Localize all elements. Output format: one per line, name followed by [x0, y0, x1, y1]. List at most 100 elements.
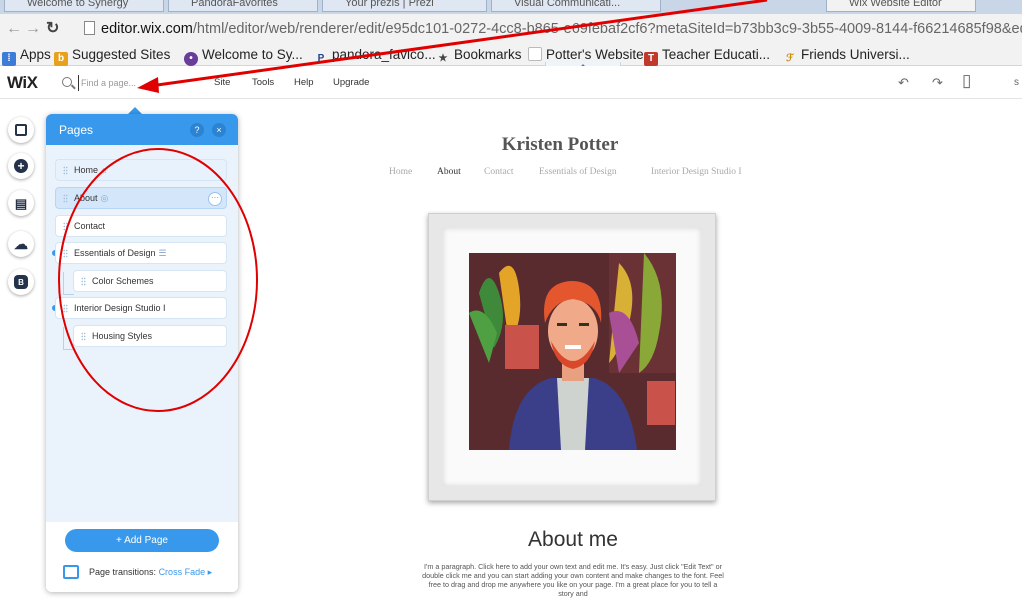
bookmark-label: Potter's Website [546, 47, 644, 62]
drag-handle-icon[interactable] [63, 222, 68, 231]
page-item-contact[interactable]: Contact [55, 215, 227, 237]
page-label: Interior Design Studio I [74, 303, 166, 313]
friends-icon: ℱ [786, 53, 794, 64]
pages-list: Home ⌂ About ◎ ··· Contact Essentials of D… [46, 145, 238, 522]
site-nav-home[interactable]: Home [389, 167, 412, 177]
page-label: Contact [74, 221, 106, 231]
page-settings-icon[interactable]: ··· [208, 192, 222, 206]
browser-tab[interactable]: Welcome to Synergy [4, 0, 164, 12]
tree-connector [63, 272, 64, 294]
pages-panel-footer: + Add Page Page transitions: Cross Fade … [46, 522, 238, 592]
bookmark-label: Suggested Sites [72, 47, 171, 62]
bookmark-pandora[interactable]: Ppandora_favico... [314, 46, 436, 66]
blog-button[interactable]: B [8, 269, 34, 295]
pages-panel-header: Pages ? × [46, 114, 238, 145]
background-button[interactable] [8, 117, 34, 143]
page-item-housing-styles[interactable]: Housing Styles [73, 325, 227, 347]
drag-handle-icon[interactable] [63, 304, 68, 313]
site-nav-contact[interactable]: Contact [484, 167, 514, 177]
subpages-icon: ☰ [158, 248, 167, 258]
tab-label: Visual Communicati... [514, 0, 621, 9]
blog-icon: B [14, 275, 28, 289]
portrait-illustration [469, 253, 676, 450]
search-input[interactable] [78, 75, 158, 91]
app-market-button[interactable]: ▤ [8, 190, 34, 216]
drag-handle-icon[interactable] [81, 277, 86, 286]
portrait-frame[interactable] [428, 213, 716, 501]
browser-tab[interactable]: PandoraFavorites [168, 0, 318, 12]
apps-grid-icon: ⁞ [2, 52, 16, 66]
bookmark-apps[interactable]: ⁞ Apps [2, 46, 51, 66]
page-transition-icon [63, 565, 79, 579]
address-bar[interactable]: editor.wix.com/html/editor/web/renderer/… [101, 18, 1022, 40]
page-label: Home ⌂ [74, 165, 107, 175]
menu-upgrade[interactable]: Upgrade [333, 77, 369, 88]
star-icon: ★ [438, 53, 448, 64]
site-nav-essentials[interactable]: Essentials of Design [539, 167, 617, 177]
hidden-page-icon: ◎ [100, 193, 109, 203]
page-label: Color Schemes [92, 276, 154, 286]
browser-tab-strip: Welcome to Synergy PandoraFavorites Your… [0, 0, 1022, 14]
drag-handle-icon[interactable] [63, 194, 68, 203]
page-search[interactable] [57, 73, 158, 93]
bookmark-suggested-sites[interactable]: b Suggested Sites [54, 46, 170, 66]
page-transitions-link[interactable]: Cross Fade ▸ [159, 567, 213, 577]
about-heading[interactable]: About me [478, 528, 668, 552]
drag-handle-icon[interactable] [63, 166, 68, 175]
page-label: Essentials of Design ☰ [74, 248, 167, 258]
bookmark-bookmarks[interactable]: ★ Bookmarks [436, 46, 522, 66]
reload-icon[interactable]: ↻ [46, 19, 59, 39]
page-item-interior-design-studio[interactable]: Interior Design Studio I [55, 297, 227, 319]
bookmark-friends-university[interactable]: ℱ Friends Universi... [783, 46, 910, 66]
page-label: Housing Styles [92, 331, 153, 341]
add-button[interactable]: + [8, 153, 34, 179]
page-item-about[interactable]: About ◎ ··· [55, 187, 227, 209]
bookmark-label: pandora_favico... [332, 47, 436, 62]
tree-connector [63, 349, 74, 350]
suggested-sites-icon: b [54, 52, 68, 66]
undo-icon[interactable]: ↶ [898, 75, 909, 91]
pages-panel: Pages ? × Home ⌂ About ◎ ··· Contact Essen… [46, 114, 238, 592]
drag-handle-icon[interactable] [63, 249, 68, 258]
tab-label: Welcome to Synergy [27, 0, 129, 9]
browser-tab[interactable]: Visual Communicati... [491, 0, 661, 12]
mobile-view-icon[interactable]: ▯ [962, 71, 971, 91]
back-icon[interactable]: ← [6, 19, 22, 39]
browser-tab[interactable]: Your prezis | Prezi [322, 0, 487, 12]
upload-cloud-icon: ☁ [14, 236, 28, 252]
close-icon[interactable]: × [212, 123, 226, 137]
search-icon [62, 77, 72, 87]
redo-icon[interactable]: ↷ [932, 75, 943, 91]
url-path: /html/editor/web/renderer/edit/e95dc101-… [192, 21, 1022, 37]
page-icon [84, 21, 95, 35]
pages-panel-title: Pages [59, 123, 94, 137]
page-item-essentials-of-design[interactable]: Essentials of Design ☰ [55, 242, 227, 264]
page-item-home[interactable]: Home ⌂ [55, 159, 227, 181]
page-item-color-schemes[interactable]: Color Schemes [73, 270, 227, 292]
add-page-button[interactable]: + Add Page [65, 529, 219, 552]
menu-tools[interactable]: Tools [252, 77, 274, 88]
site-nav-interior-design[interactable]: Interior Design Studio I [651, 167, 742, 177]
document-icon [528, 47, 542, 61]
bookmark-label: Apps [20, 47, 51, 62]
menu-site[interactable]: Site [214, 77, 230, 88]
synergy-icon: • [184, 52, 198, 66]
overflow-icon[interactable]: s [1014, 77, 1019, 88]
tab-label: Wix Website Editor [849, 0, 942, 9]
site-title[interactable]: Kristen Potter [460, 134, 660, 156]
bookmark-welcome[interactable]: • Welcome to Sy... [184, 46, 303, 66]
drag-handle-icon[interactable] [81, 332, 86, 341]
help-icon[interactable]: ? [190, 123, 204, 137]
plus-icon: + [14, 159, 28, 173]
about-paragraph[interactable]: I'm a paragraph. Click here to add your … [420, 562, 726, 598]
tree-connector [63, 294, 74, 295]
upload-button[interactable]: ☁ [8, 231, 34, 257]
wix-top-bar: WiX Site Tools Help Upgrade ↶ ↷ ▯ s [0, 66, 1022, 99]
site-nav-about[interactable]: About [437, 167, 461, 177]
menu-help[interactable]: Help [294, 77, 314, 88]
square-icon [15, 124, 27, 136]
tab-label: PandoraFavorites [191, 0, 278, 9]
bookmark-teacher-education[interactable]: T Teacher Educati... [644, 46, 770, 66]
forward-icon[interactable]: → [25, 19, 41, 39]
browser-tab-active[interactable]: Wix Website Editor [826, 0, 976, 12]
